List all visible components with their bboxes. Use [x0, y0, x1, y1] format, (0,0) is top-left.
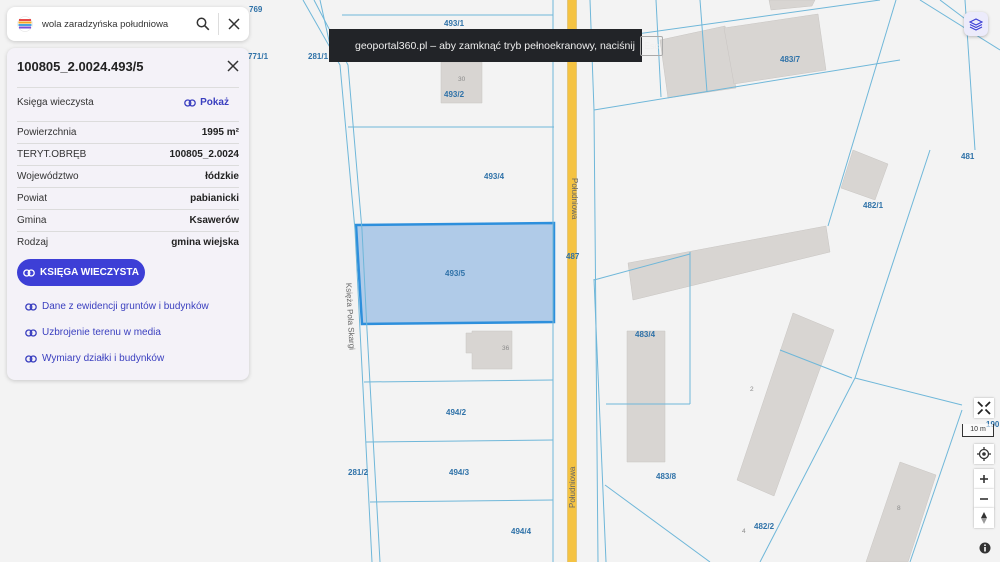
attribute-value: Ksawerów — [189, 215, 239, 226]
notice-message: geoportal360.pl – aby zamknąć tryb pełno… — [355, 39, 635, 52]
attribute-value: pabianicki — [190, 193, 239, 204]
parcel-label: 494/3 — [449, 468, 470, 477]
building — [626, 330, 666, 463]
divider — [17, 87, 239, 88]
house-number: 4 — [742, 528, 746, 535]
fullscreen-notice: geoportal360.pl – aby zamknąć tryb pełno… — [329, 29, 663, 62]
show-label: Pokaż — [200, 97, 229, 108]
clear-search-button[interactable] — [219, 7, 249, 41]
layers-icon — [969, 18, 983, 31]
building — [736, 312, 835, 497]
link-icon — [23, 268, 35, 277]
show-land-register-link[interactable]: Pokaż — [184, 97, 229, 108]
building — [723, 13, 827, 85]
parcel-label: 281/2 — [348, 468, 369, 477]
zoom-out-button[interactable] — [974, 489, 994, 509]
utilities-link[interactable]: Uzbrojenie terenu w media — [25, 327, 161, 338]
close-icon[interactable] — [225, 58, 241, 74]
parcel-label: 483/7 — [780, 55, 801, 64]
link-label: Wymiary działki i budynków — [42, 353, 165, 364]
building — [840, 149, 889, 201]
attribute-value: 100805_2.0024 — [169, 149, 239, 160]
parcel-label: 483/4 — [635, 330, 656, 339]
parcel-label: 482/2 — [754, 522, 775, 531]
building — [659, 25, 737, 99]
search-input[interactable]: wola zaradzyńska południowa — [42, 19, 188, 30]
search-bar[interactable]: wola zaradzyńska południowa — [7, 7, 249, 41]
attribute-value: 1995 m² — [201, 127, 239, 138]
attribute-value: łódzkie — [205, 171, 239, 182]
parcel-label: 494/2 — [446, 408, 467, 417]
cadastre-data-link[interactable]: Dane z ewidencji gruntów i budynków — [25, 301, 209, 312]
layers-button[interactable] — [964, 12, 988, 36]
street-label: Południowa — [570, 178, 579, 220]
building — [865, 461, 937, 562]
map-scale: 10 m — [962, 424, 994, 437]
close-icon — [228, 18, 240, 30]
attribute-row: TERYT.OBRĘB 100805_2.0024 — [17, 143, 239, 165]
parcel-label: 494/4 — [511, 527, 532, 536]
parcel-label: 493/4 — [484, 172, 505, 181]
house-number: 36 — [502, 345, 510, 352]
attribute-row: Gmina Ksawerów — [17, 209, 239, 231]
parcel-label: 481 — [961, 152, 975, 161]
exit-fullscreen-icon — [977, 401, 991, 415]
attribute-value: gmina wiejska — [171, 237, 239, 248]
parcel-label: 483/8 — [656, 472, 677, 481]
exit-fullscreen-button[interactable] — [974, 398, 994, 418]
street-label: Księża Pola Skargi — [344, 283, 357, 351]
parcel-label: 281/1 — [308, 52, 329, 61]
attribute-label: Województwo — [17, 171, 79, 182]
attribute-row: Rodzaj gmina wiejska — [17, 231, 239, 253]
house-number: 8 — [897, 505, 901, 512]
parcel-label: 771/1 — [248, 52, 269, 61]
link-icon — [25, 302, 37, 311]
esc-key-badge: Esc — [639, 35, 663, 56]
locate-button[interactable] — [974, 444, 994, 464]
attribute-label: Gmina — [17, 215, 47, 226]
search-icon — [196, 17, 210, 31]
land-register-button-label: KSIĘGA WIECZYSTA — [40, 267, 139, 278]
parcel-details-panel: 100805_2.0024.493/5 Księga wieczysta Pok… — [7, 48, 249, 380]
parcel-attributes: Powierzchnia 1995 m² TERYT.OBRĘB 100805_2.… — [17, 121, 239, 253]
parcel-label: 493/1 — [444, 19, 465, 28]
house-number: 2 — [750, 386, 754, 393]
compass-icon — [981, 512, 987, 524]
info-icon[interactable] — [979, 542, 991, 554]
locate-icon — [977, 447, 991, 461]
house-number: 30 — [458, 76, 466, 83]
land-register-row: Księga wieczysta Pokaż — [17, 97, 239, 111]
link-icon — [25, 354, 37, 363]
dimensions-link[interactable]: Wymiary działki i budynków — [25, 353, 164, 364]
building — [768, 0, 816, 11]
land-register-button[interactable]: KSIĘGA WIECZYSTA — [17, 259, 145, 286]
attribute-label: Rodzaj — [17, 237, 49, 248]
search-button[interactable] — [188, 7, 218, 41]
attribute-row: Województwo łódzkie — [17, 165, 239, 187]
parcel-label: 493/2 — [444, 90, 465, 99]
attribute-label: Powiat — [17, 193, 48, 204]
geoportal-logo-icon — [17, 16, 33, 32]
link-label: Uzbrojenie terenu w media — [42, 327, 161, 338]
attribute-row: Powierzchnia 1995 m² — [17, 121, 239, 143]
plus-icon — [980, 475, 988, 483]
parcel-label: 482/1 — [863, 201, 884, 210]
attribute-row: Powiat pabianicki — [17, 187, 239, 209]
land-register-label: Księga wieczysta — [17, 97, 94, 108]
attribute-label: Powierzchnia — [17, 127, 77, 138]
zoom-in-button[interactable] — [974, 469, 994, 489]
reset-north-button[interactable] — [974, 508, 994, 528]
link-icon — [184, 98, 196, 107]
minus-icon — [980, 498, 988, 500]
parcel-label: 769 — [249, 5, 263, 14]
parcel-label: 487 — [566, 252, 580, 261]
street-label: Południowa — [568, 466, 577, 508]
panel-title: 100805_2.0024.493/5 — [17, 59, 144, 74]
attribute-label: TERYT.OBRĘB — [17, 149, 87, 160]
parcel-label: 493/5 — [445, 269, 466, 278]
link-icon — [25, 328, 37, 337]
link-label: Dane z ewidencji gruntów i budynków — [42, 301, 209, 312]
